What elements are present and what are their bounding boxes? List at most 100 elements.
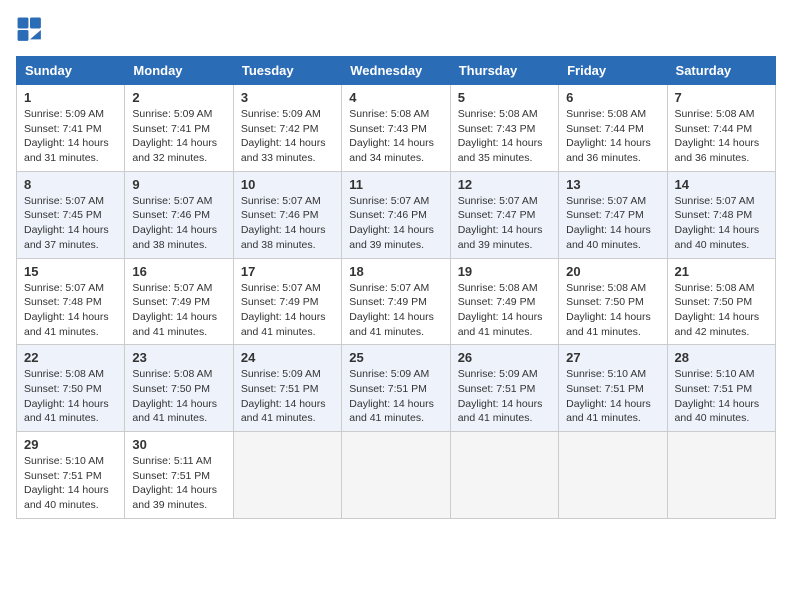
- cell-info: Sunrise: 5:09 AMSunset: 7:51 PMDaylight:…: [349, 367, 442, 426]
- cell-info: Sunrise: 5:08 AMSunset: 7:43 PMDaylight:…: [349, 107, 442, 166]
- col-friday: Friday: [559, 57, 667, 85]
- day-number: 26: [458, 350, 551, 365]
- table-row: 23 Sunrise: 5:08 AMSunset: 7:50 PMDaylig…: [125, 345, 233, 432]
- day-number: 2: [132, 90, 225, 105]
- table-row: 9 Sunrise: 5:07 AMSunset: 7:46 PMDayligh…: [125, 171, 233, 258]
- page-header: [16, 16, 776, 44]
- cell-info: Sunrise: 5:08 AMSunset: 7:49 PMDaylight:…: [458, 281, 551, 340]
- cell-info: Sunrise: 5:07 AMSunset: 7:45 PMDaylight:…: [24, 194, 117, 253]
- cell-info: Sunrise: 5:08 AMSunset: 7:50 PMDaylight:…: [24, 367, 117, 426]
- day-number: 12: [458, 177, 551, 192]
- day-number: 19: [458, 264, 551, 279]
- table-row: 30 Sunrise: 5:11 AMSunset: 7:51 PMDaylig…: [125, 432, 233, 519]
- table-row: 2 Sunrise: 5:09 AMSunset: 7:41 PMDayligh…: [125, 85, 233, 172]
- table-row: 22 Sunrise: 5:08 AMSunset: 7:50 PMDaylig…: [17, 345, 125, 432]
- logo-icon: [16, 16, 44, 44]
- cell-info: Sunrise: 5:10 AMSunset: 7:51 PMDaylight:…: [566, 367, 659, 426]
- col-saturday: Saturday: [667, 57, 775, 85]
- day-number: 5: [458, 90, 551, 105]
- day-number: 17: [241, 264, 334, 279]
- day-number: 3: [241, 90, 334, 105]
- day-number: 22: [24, 350, 117, 365]
- table-row: [450, 432, 558, 519]
- cell-info: Sunrise: 5:07 AMSunset: 7:46 PMDaylight:…: [241, 194, 334, 253]
- table-row: 12 Sunrise: 5:07 AMSunset: 7:47 PMDaylig…: [450, 171, 558, 258]
- cell-info: Sunrise: 5:09 AMSunset: 7:42 PMDaylight:…: [241, 107, 334, 166]
- table-row: 13 Sunrise: 5:07 AMSunset: 7:47 PMDaylig…: [559, 171, 667, 258]
- day-number: 25: [349, 350, 442, 365]
- cell-info: Sunrise: 5:07 AMSunset: 7:48 PMDaylight:…: [24, 281, 117, 340]
- table-row: 21 Sunrise: 5:08 AMSunset: 7:50 PMDaylig…: [667, 258, 775, 345]
- table-row: 20 Sunrise: 5:08 AMSunset: 7:50 PMDaylig…: [559, 258, 667, 345]
- table-row: 6 Sunrise: 5:08 AMSunset: 7:44 PMDayligh…: [559, 85, 667, 172]
- col-monday: Monday: [125, 57, 233, 85]
- cell-info: Sunrise: 5:11 AMSunset: 7:51 PMDaylight:…: [132, 454, 225, 513]
- cell-info: Sunrise: 5:07 AMSunset: 7:49 PMDaylight:…: [132, 281, 225, 340]
- table-row: 18 Sunrise: 5:07 AMSunset: 7:49 PMDaylig…: [342, 258, 450, 345]
- cell-info: Sunrise: 5:07 AMSunset: 7:46 PMDaylight:…: [132, 194, 225, 253]
- cell-info: Sunrise: 5:07 AMSunset: 7:47 PMDaylight:…: [566, 194, 659, 253]
- table-row: 25 Sunrise: 5:09 AMSunset: 7:51 PMDaylig…: [342, 345, 450, 432]
- day-number: 14: [675, 177, 768, 192]
- table-row: 15 Sunrise: 5:07 AMSunset: 7:48 PMDaylig…: [17, 258, 125, 345]
- day-number: 13: [566, 177, 659, 192]
- table-row: 27 Sunrise: 5:10 AMSunset: 7:51 PMDaylig…: [559, 345, 667, 432]
- cell-info: Sunrise: 5:10 AMSunset: 7:51 PMDaylight:…: [675, 367, 768, 426]
- day-number: 11: [349, 177, 442, 192]
- day-number: 15: [24, 264, 117, 279]
- day-number: 16: [132, 264, 225, 279]
- table-row: [233, 432, 341, 519]
- table-row: 8 Sunrise: 5:07 AMSunset: 7:45 PMDayligh…: [17, 171, 125, 258]
- cell-info: Sunrise: 5:08 AMSunset: 7:44 PMDaylight:…: [675, 107, 768, 166]
- table-row: 3 Sunrise: 5:09 AMSunset: 7:42 PMDayligh…: [233, 85, 341, 172]
- table-row: 10 Sunrise: 5:07 AMSunset: 7:46 PMDaylig…: [233, 171, 341, 258]
- day-number: 8: [24, 177, 117, 192]
- cell-info: Sunrise: 5:07 AMSunset: 7:47 PMDaylight:…: [458, 194, 551, 253]
- table-row: 26 Sunrise: 5:09 AMSunset: 7:51 PMDaylig…: [450, 345, 558, 432]
- cell-info: Sunrise: 5:09 AMSunset: 7:41 PMDaylight:…: [24, 107, 117, 166]
- day-number: 30: [132, 437, 225, 452]
- table-row: [342, 432, 450, 519]
- table-row: 11 Sunrise: 5:07 AMSunset: 7:46 PMDaylig…: [342, 171, 450, 258]
- table-row: [667, 432, 775, 519]
- table-row: 17 Sunrise: 5:07 AMSunset: 7:49 PMDaylig…: [233, 258, 341, 345]
- day-number: 29: [24, 437, 117, 452]
- table-row: 14 Sunrise: 5:07 AMSunset: 7:48 PMDaylig…: [667, 171, 775, 258]
- table-row: 29 Sunrise: 5:10 AMSunset: 7:51 PMDaylig…: [17, 432, 125, 519]
- table-row: 28 Sunrise: 5:10 AMSunset: 7:51 PMDaylig…: [667, 345, 775, 432]
- cell-info: Sunrise: 5:07 AMSunset: 7:49 PMDaylight:…: [349, 281, 442, 340]
- cell-info: Sunrise: 5:09 AMSunset: 7:41 PMDaylight:…: [132, 107, 225, 166]
- day-number: 23: [132, 350, 225, 365]
- day-number: 7: [675, 90, 768, 105]
- logo: [16, 16, 48, 44]
- cell-info: Sunrise: 5:10 AMSunset: 7:51 PMDaylight:…: [24, 454, 117, 513]
- day-number: 28: [675, 350, 768, 365]
- table-row: 16 Sunrise: 5:07 AMSunset: 7:49 PMDaylig…: [125, 258, 233, 345]
- day-number: 9: [132, 177, 225, 192]
- table-row: 1 Sunrise: 5:09 AMSunset: 7:41 PMDayligh…: [17, 85, 125, 172]
- cell-info: Sunrise: 5:08 AMSunset: 7:50 PMDaylight:…: [132, 367, 225, 426]
- cell-info: Sunrise: 5:08 AMSunset: 7:50 PMDaylight:…: [675, 281, 768, 340]
- cell-info: Sunrise: 5:07 AMSunset: 7:49 PMDaylight:…: [241, 281, 334, 340]
- table-row: 24 Sunrise: 5:09 AMSunset: 7:51 PMDaylig…: [233, 345, 341, 432]
- table-row: 4 Sunrise: 5:08 AMSunset: 7:43 PMDayligh…: [342, 85, 450, 172]
- day-number: 10: [241, 177, 334, 192]
- table-row: 7 Sunrise: 5:08 AMSunset: 7:44 PMDayligh…: [667, 85, 775, 172]
- cell-info: Sunrise: 5:07 AMSunset: 7:48 PMDaylight:…: [675, 194, 768, 253]
- day-number: 21: [675, 264, 768, 279]
- day-number: 18: [349, 264, 442, 279]
- cell-info: Sunrise: 5:08 AMSunset: 7:43 PMDaylight:…: [458, 107, 551, 166]
- table-row: 5 Sunrise: 5:08 AMSunset: 7:43 PMDayligh…: [450, 85, 558, 172]
- col-tuesday: Tuesday: [233, 57, 341, 85]
- day-number: 27: [566, 350, 659, 365]
- cell-info: Sunrise: 5:08 AMSunset: 7:50 PMDaylight:…: [566, 281, 659, 340]
- day-number: 4: [349, 90, 442, 105]
- col-sunday: Sunday: [17, 57, 125, 85]
- table-row: 19 Sunrise: 5:08 AMSunset: 7:49 PMDaylig…: [450, 258, 558, 345]
- cell-info: Sunrise: 5:09 AMSunset: 7:51 PMDaylight:…: [241, 367, 334, 426]
- col-thursday: Thursday: [450, 57, 558, 85]
- day-number: 20: [566, 264, 659, 279]
- table-row: [559, 432, 667, 519]
- col-wednesday: Wednesday: [342, 57, 450, 85]
- day-number: 24: [241, 350, 334, 365]
